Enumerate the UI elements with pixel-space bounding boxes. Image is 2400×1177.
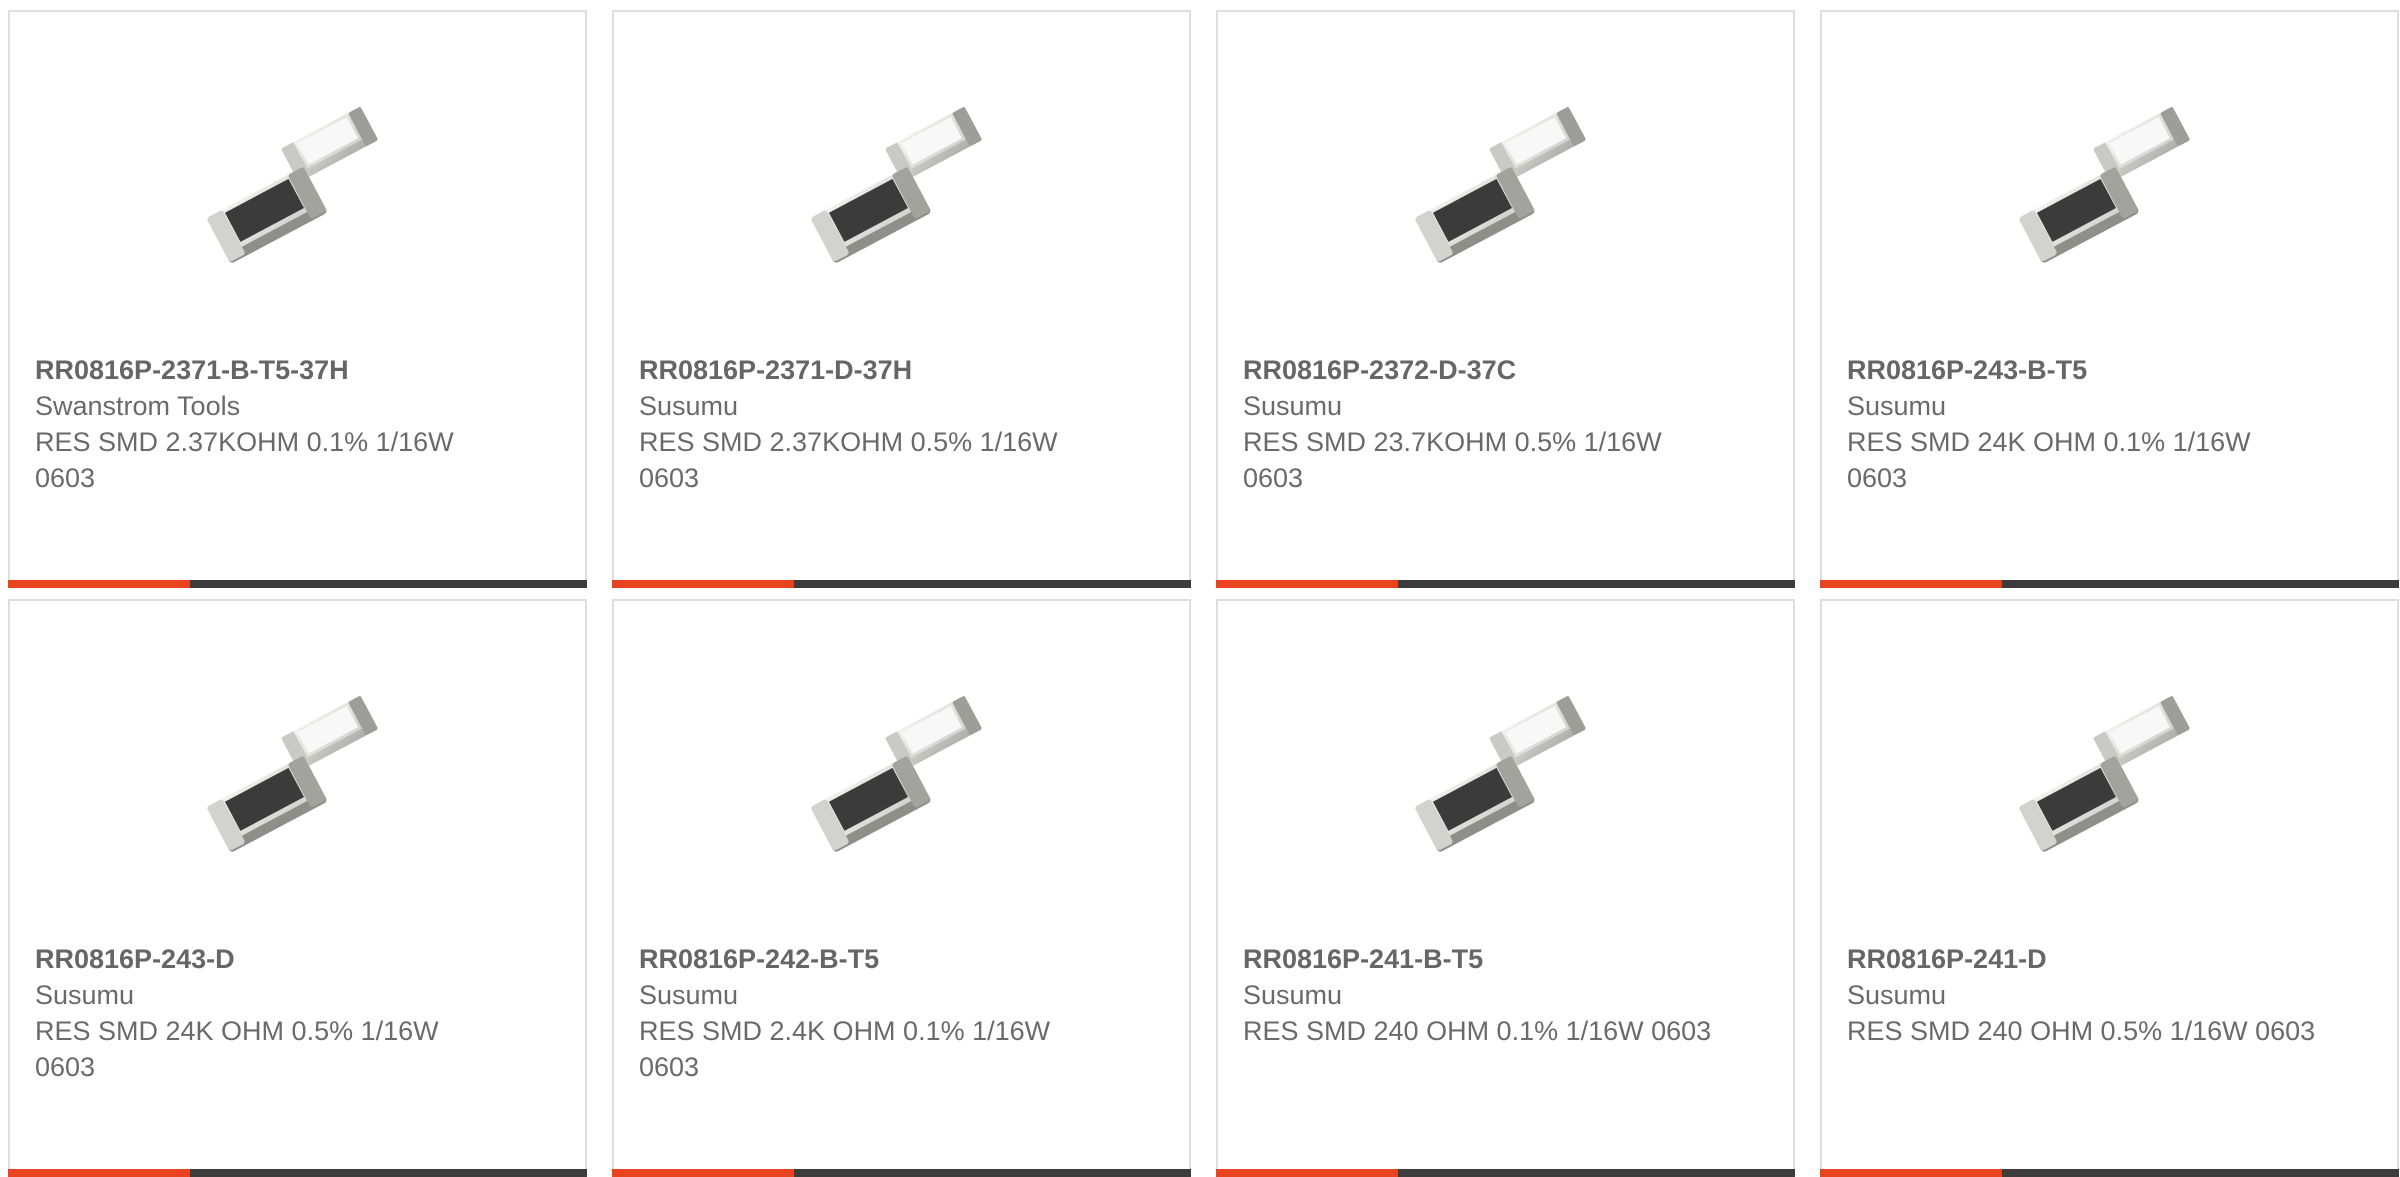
product-description: RES SMD 24K OHM 0.1% 1/16W 0603: [1847, 427, 2251, 493]
card-bar-accent: [8, 580, 190, 588]
product-description: RES SMD 23.7KOHM 0.5% 1/16W 0603: [1243, 427, 1662, 493]
product-card[interactable]: RR0816P-2372-D-37C Susumu RES SMD 23.7KO…: [1216, 10, 1795, 588]
smd-resistor-image[interactable]: [2008, 92, 2208, 292]
card-bar-accent: [1820, 1169, 2002, 1177]
manufacturer: Susumu: [639, 980, 739, 1010]
product-card[interactable]: RR0816P-242-B-T5 Susumu RES SMD 2.4K OHM…: [612, 599, 1191, 1177]
part-number[interactable]: RR0816P-243-B-T5: [1847, 352, 2317, 388]
product-card[interactable]: RR0816P-2371-B-T5-37H Swanstrom Tools RE…: [8, 10, 587, 588]
card-hover-bar: [612, 580, 1191, 588]
part-number[interactable]: RR0816P-2371-B-T5-37H: [35, 352, 505, 388]
product-info: RR0816P-243-D Susumu RES SMD 24K OHM 0.5…: [35, 941, 505, 1085]
product-description: RES SMD 2.37KOHM 0.5% 1/16W 0603: [639, 427, 1058, 493]
product-card[interactable]: RR0816P-241-D Susumu RES SMD 240 OHM 0.5…: [1820, 599, 2399, 1177]
manufacturer: Susumu: [1847, 391, 1947, 421]
card-hover-bar: [1820, 580, 2399, 588]
manufacturer: Swanstrom Tools: [35, 391, 241, 421]
smd-resistor-image[interactable]: [196, 681, 396, 881]
part-number[interactable]: RR0816P-243-D: [35, 941, 505, 977]
card-hover-bar: [612, 1169, 1191, 1177]
product-description: RES SMD 2.37KOHM 0.1% 1/16W 0603: [35, 427, 454, 493]
product-card[interactable]: RR0816P-243-B-T5 Susumu RES SMD 24K OHM …: [1820, 10, 2399, 588]
smd-resistor-image[interactable]: [2008, 681, 2208, 881]
smd-resistor-image[interactable]: [1404, 92, 1604, 292]
manufacturer: Susumu: [35, 980, 135, 1010]
product-description: RES SMD 24K OHM 0.5% 1/16W 0603: [35, 1016, 439, 1082]
smd-resistor-image[interactable]: [196, 92, 396, 292]
product-info: RR0816P-241-D Susumu RES SMD 240 OHM 0.5…: [1847, 941, 2317, 1049]
product-info: RR0816P-2371-D-37H Susumu RES SMD 2.37KO…: [639, 352, 1109, 496]
card-hover-bar: [8, 1169, 587, 1177]
smd-resistor-image[interactable]: [800, 92, 1000, 292]
product-info: RR0816P-242-B-T5 Susumu RES SMD 2.4K OHM…: [639, 941, 1109, 1085]
product-description: RES SMD 240 OHM 0.5% 1/16W 0603: [1847, 1016, 2316, 1046]
manufacturer: Susumu: [1243, 980, 1343, 1010]
part-number[interactable]: RR0816P-2372-D-37C: [1243, 352, 1713, 388]
product-description: RES SMD 2.4K OHM 0.1% 1/16W 0603: [639, 1016, 1051, 1082]
part-number[interactable]: RR0816P-241-D: [1847, 941, 2317, 977]
product-info: RR0816P-243-B-T5 Susumu RES SMD 24K OHM …: [1847, 352, 2317, 496]
product-card[interactable]: RR0816P-241-B-T5 Susumu RES SMD 240 OHM …: [1216, 599, 1795, 1177]
manufacturer: Susumu: [1847, 980, 1947, 1010]
card-bar-accent: [1216, 1169, 1398, 1177]
part-number[interactable]: RR0816P-242-B-T5: [639, 941, 1109, 977]
card-bar-accent: [612, 1169, 794, 1177]
card-hover-bar: [1820, 1169, 2399, 1177]
card-hover-bar: [1216, 580, 1795, 588]
smd-resistor-image[interactable]: [1404, 681, 1604, 881]
card-hover-bar: [1216, 1169, 1795, 1177]
part-number[interactable]: RR0816P-241-B-T5: [1243, 941, 1713, 977]
product-info: RR0816P-241-B-T5 Susumu RES SMD 240 OHM …: [1243, 941, 1713, 1049]
manufacturer: Susumu: [639, 391, 739, 421]
product-info: RR0816P-2371-B-T5-37H Swanstrom Tools RE…: [35, 352, 505, 496]
part-number[interactable]: RR0816P-2371-D-37H: [639, 352, 1109, 388]
product-grid: RR0816P-2371-B-T5-37H Swanstrom Tools RE…: [8, 10, 2399, 1177]
product-card[interactable]: RR0816P-243-D Susumu RES SMD 24K OHM 0.5…: [8, 599, 587, 1177]
product-description: RES SMD 240 OHM 0.1% 1/16W 0603: [1243, 1016, 1712, 1046]
product-card[interactable]: RR0816P-2371-D-37H Susumu RES SMD 2.37KO…: [612, 10, 1191, 588]
card-bar-accent: [8, 1169, 190, 1177]
product-info: RR0816P-2372-D-37C Susumu RES SMD 23.7KO…: [1243, 352, 1713, 496]
card-bar-accent: [1216, 580, 1398, 588]
smd-resistor-image[interactable]: [800, 681, 1000, 881]
card-hover-bar: [8, 580, 587, 588]
card-bar-accent: [1820, 580, 2002, 588]
card-bar-accent: [612, 580, 794, 588]
manufacturer: Susumu: [1243, 391, 1343, 421]
